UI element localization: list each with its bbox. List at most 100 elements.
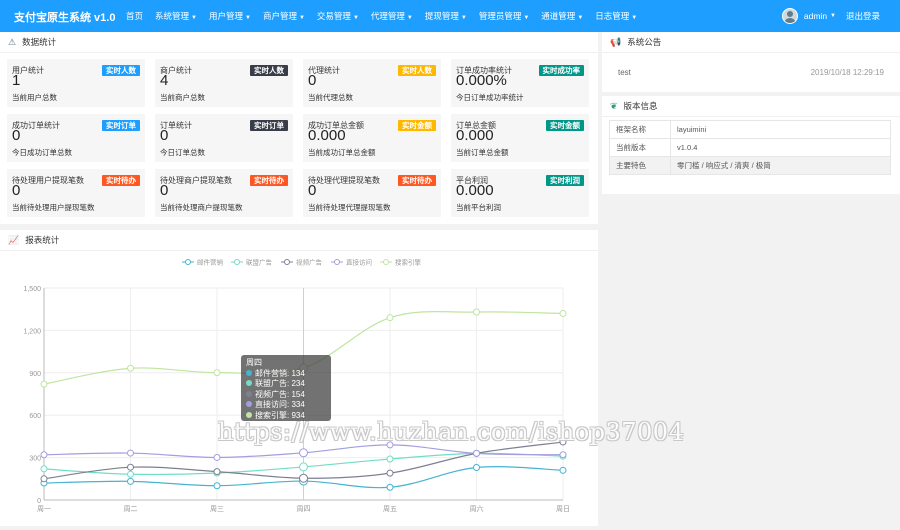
nav-item[interactable]: 管理员管理 ▼ bbox=[473, 0, 535, 32]
username[interactable]: admin bbox=[804, 11, 827, 21]
app-title[interactable]: 支付宝原生系统 v1.0 bbox=[14, 9, 115, 25]
nav-item-label[interactable]: 用户管理 bbox=[209, 11, 243, 21]
version-panel: ❦ 版本信息 框架名称 layuimini 当前版本 v1.0.4 主要特色 零门槛 … bbox=[602, 96, 900, 194]
status-badge: 实时待办 bbox=[398, 175, 436, 186]
data-point bbox=[473, 449, 480, 457]
series-dot bbox=[246, 390, 252, 397]
data-point bbox=[213, 453, 221, 461]
series-dot bbox=[246, 380, 252, 386]
nav-item-label[interactable]: 代理管理 bbox=[371, 11, 405, 21]
nav-item[interactable]: 用户管理 ▼ bbox=[203, 0, 257, 32]
nav-item-label[interactable]: 系统管理 bbox=[155, 11, 189, 21]
chevron-down-icon[interactable]: ▼ bbox=[461, 15, 467, 21]
nav-item-label[interactable]: 交易管理 bbox=[317, 11, 351, 21]
nav-item[interactable]: 商户管理 ▼ bbox=[257, 0, 311, 32]
nav-item[interactable]: 提现管理 ▼ bbox=[419, 0, 473, 32]
notice-panel-header: 📢 系统公告 bbox=[602, 32, 900, 53]
main-nav: 首页 系统管理 ▼ 用户管理 ▼ 商户管理 ▼ 交易管理 ▼ 代理管理 ▼ 提现管理 ▼ 管理员管理 ▼ 通道… bbox=[120, 0, 643, 32]
y-tick-label: 0 bbox=[37, 498, 41, 505]
series-dot bbox=[246, 411, 252, 418]
stat-card-desc: 当前订单总金额 bbox=[456, 148, 509, 157]
status-badge: 实时订单 bbox=[250, 120, 288, 131]
data-point bbox=[127, 463, 134, 471]
nav-item-label[interactable]: 商户管理 bbox=[263, 11, 297, 21]
logout-button[interactable]: 退出登录 bbox=[846, 0, 880, 32]
chevron-down-icon[interactable]: ▼ bbox=[353, 15, 359, 21]
notice-time: 2019/10/18 12:29:19 bbox=[810, 68, 884, 77]
chevron-down-icon[interactable]: ▼ bbox=[299, 15, 305, 21]
stat-card-desc: 当前待处理商户提现笔数 bbox=[160, 203, 243, 212]
notice-item[interactable]: test 2019/10/18 12:29:19 bbox=[618, 68, 884, 77]
stat-card-desc: 当前平台利润 bbox=[456, 203, 501, 212]
nav-item[interactable]: 日志管理 ▼ bbox=[589, 0, 643, 32]
tooltip-row: 视频广告: 154 bbox=[246, 390, 326, 401]
nav-item[interactable]: 系统管理 ▼ bbox=[149, 0, 203, 32]
stats-panel: ⚠ 数据统计 用户统计 1 当前用户总数 实时人数 商户统计 4 当前商户总数 实时人数 代理统… bbox=[0, 32, 598, 224]
avatar[interactable] bbox=[781, 8, 798, 24]
status-badge: 实时待办 bbox=[250, 175, 288, 186]
stat-card-desc: 今日成功订单总数 bbox=[12, 148, 72, 157]
status-badge: 实时人数 bbox=[102, 65, 140, 76]
data-point bbox=[40, 475, 48, 483]
nav-item[interactable]: 首页 bbox=[120, 0, 149, 32]
legend-marker bbox=[383, 259, 389, 265]
data-point bbox=[213, 468, 221, 476]
stat-card: 用户统计 1 当前用户总数 实时人数 bbox=[7, 59, 145, 107]
data-point bbox=[40, 380, 48, 388]
warning-icon: ⚠ bbox=[8, 37, 17, 47]
x-tick-label: 周六 bbox=[470, 504, 484, 513]
stat-card-desc: 今日订单成功率统计 bbox=[456, 93, 524, 102]
nav-item[interactable]: 通道管理 ▼ bbox=[535, 0, 589, 32]
nav-item-label[interactable]: 提现管理 bbox=[425, 11, 459, 21]
chevron-down-icon[interactable]: ▼ bbox=[631, 15, 637, 21]
stat-card-value: 0.000% bbox=[456, 72, 507, 89]
tooltip-title: 周四 bbox=[246, 358, 262, 367]
stat-card-value: 0 bbox=[160, 127, 169, 144]
nav-item-label[interactable]: 管理员管理 bbox=[479, 11, 522, 21]
legend-marker bbox=[234, 259, 240, 265]
chevron-down-icon[interactable]: ▼ bbox=[245, 15, 251, 21]
status-badge: 实时人数 bbox=[250, 65, 288, 76]
stat-card-desc: 今日订单总数 bbox=[160, 148, 205, 157]
stat-card-desc: 当前待处理用户提现笔数 bbox=[12, 203, 95, 212]
notice-text[interactable]: test bbox=[618, 68, 631, 77]
data-point bbox=[386, 455, 394, 463]
x-tick-label: 周一 bbox=[37, 505, 51, 513]
line-chart-icon: 📈 bbox=[8, 235, 20, 245]
legend-label: 联盟广告 bbox=[246, 258, 273, 267]
nav-item-label[interactable]: 通道管理 bbox=[541, 11, 575, 21]
nav-item[interactable]: 代理管理 ▼ bbox=[365, 0, 419, 32]
legend-label: 视频广告 bbox=[296, 258, 323, 267]
notice-panel: 📢 系统公告 test 2019/10/18 12:29:19 bbox=[602, 32, 900, 92]
nav-item-label[interactable]: 首页 bbox=[126, 11, 143, 21]
nav-item[interactable]: 交易管理 ▼ bbox=[311, 0, 365, 32]
stats-panel-header: ⚠ 数据统计 bbox=[0, 32, 598, 53]
stat-card-desc: 当前商户总数 bbox=[160, 93, 205, 102]
stats-panel-title: 数据统计 bbox=[22, 37, 57, 47]
stat-card-title: 待处理商户提现笔数 bbox=[160, 176, 232, 185]
chevron-down-icon[interactable]: ▼ bbox=[577, 15, 583, 21]
nav-item-label[interactable]: 日志管理 bbox=[595, 11, 629, 21]
stat-card: 待处理商户提现笔数 0 当前待处理商户提现笔数 实时待办 bbox=[155, 169, 293, 217]
series-dot bbox=[246, 401, 252, 407]
legend-marker bbox=[185, 259, 191, 265]
version-panel-title: 版本信息 bbox=[623, 101, 658, 111]
status-badge: 实时金额 bbox=[398, 120, 436, 131]
chart-tooltip: 周四 邮件营销: 134 联盟广告: 234 视频广告: 154 直接访问: 334 搜… bbox=[241, 355, 331, 421]
chevron-down-icon[interactable]: ▼ bbox=[830, 13, 836, 19]
stat-card: 待处理用户提现笔数 0 当前待处理用户提现笔数 实时待办 bbox=[7, 169, 145, 217]
stat-card-value: 0 bbox=[12, 127, 21, 144]
stat-card: 订单统计 0 今日订单总数 实时订单 bbox=[155, 114, 293, 162]
data-point bbox=[127, 364, 134, 372]
data-point bbox=[127, 449, 134, 457]
chevron-down-icon[interactable]: ▼ bbox=[407, 15, 413, 21]
chevron-down-icon[interactable]: ▼ bbox=[191, 15, 197, 21]
stat-card-value: 4 bbox=[160, 72, 169, 89]
stat-card-value: 0 bbox=[308, 72, 317, 89]
status-badge: 实时利润 bbox=[546, 175, 584, 186]
version-key: 框架名称 bbox=[609, 120, 671, 139]
version-key: 当前版本 bbox=[609, 138, 671, 157]
user-menu[interactable]: admin ▼ bbox=[781, 0, 836, 32]
chevron-down-icon[interactable]: ▼ bbox=[523, 15, 529, 21]
tooltip-value: 直接访问: 334 bbox=[255, 400, 305, 409]
